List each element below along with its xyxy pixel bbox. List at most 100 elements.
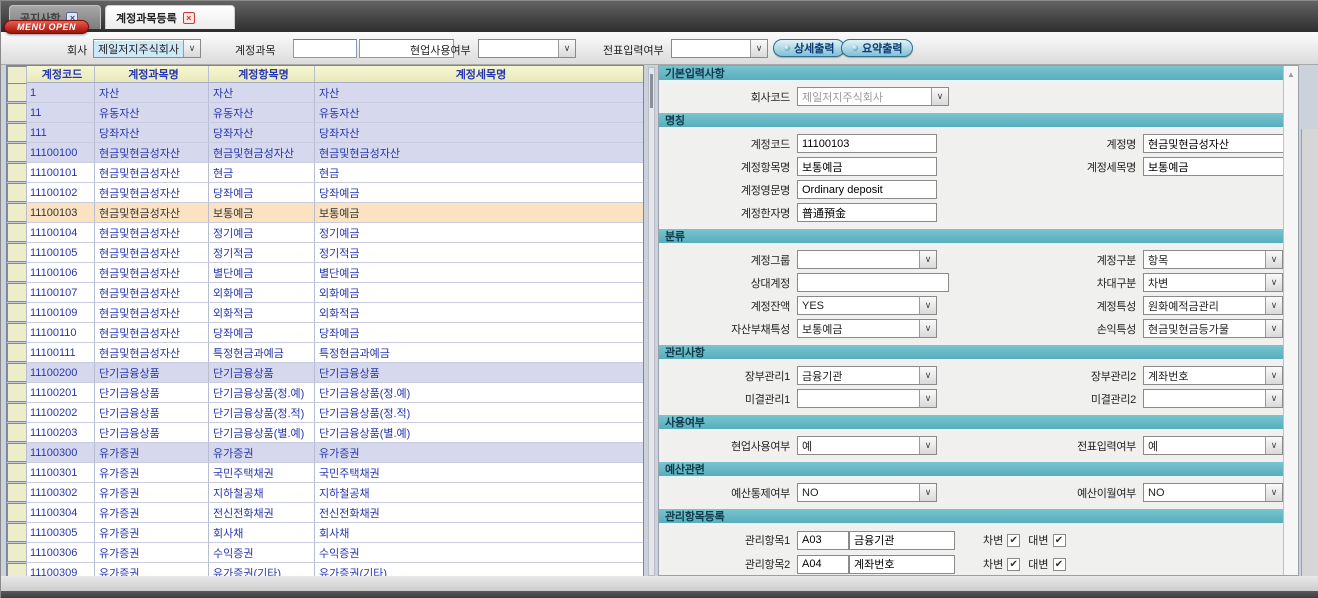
chevron-down-icon: ∨ xyxy=(1265,320,1282,337)
company-label: 회사 xyxy=(67,42,87,58)
cell-name: 유가증권 xyxy=(95,523,209,542)
search-toolbar: 회사 제일저지주식회사 ∨ 계정과목 현업사용여부 ∨ 전표입력여부 ∨ 상세출… xyxy=(1,32,1318,65)
chevron-down-icon: ∨ xyxy=(183,40,200,57)
dc-div-select[interactable]: 차변∨ xyxy=(1143,273,1283,292)
chevron-up-icon[interactable]: ▲ xyxy=(1284,66,1298,82)
account-balance-select[interactable]: YES∨ xyxy=(797,296,937,315)
cell-sel xyxy=(7,163,27,182)
table-row[interactable]: 11100306유가증권수익증권수익증권 xyxy=(7,543,643,563)
table-row[interactable]: 11100304유가증권전신전화채권전신전화채권 xyxy=(7,503,643,523)
table-row[interactable]: 11100301유가증권국민주택채권국민주택채권 xyxy=(7,463,643,483)
cell-detail: 국민주택채권 xyxy=(315,463,643,482)
table-row[interactable]: 11100101현금및현금성자산현금현금 xyxy=(7,163,643,183)
cell-sel xyxy=(7,403,27,422)
account-code-input[interactable] xyxy=(797,134,937,153)
close-icon[interactable]: × xyxy=(183,12,195,24)
table-row[interactable]: 11유동자산유동자산유동자산 xyxy=(7,103,643,123)
account-group-select[interactable]: ∨ xyxy=(797,250,937,269)
cell-sel xyxy=(7,383,27,402)
asset-liab-char-select[interactable]: 보통예금∨ xyxy=(797,319,937,338)
table-row[interactable]: 11100203단기금융상품단기금융상품(별.예)단기금융상품(별.예) xyxy=(7,423,643,443)
cell-item: 단기금융상품 xyxy=(209,363,315,382)
account-char-select[interactable]: 원화예적금관리∨ xyxy=(1143,296,1283,315)
credit-checkbox[interactable]: ✔ xyxy=(1053,558,1066,571)
mgmt-item-code-input[interactable] xyxy=(797,555,849,574)
pl-char-select[interactable]: 현금및현금등가물∨ xyxy=(1143,319,1283,338)
table-row[interactable]: 11100107현금및현금성자산외화예금외화예금 xyxy=(7,283,643,303)
table-row[interactable]: 11100100현금및현금성자산현금및현금성자산현금및현금성자산 xyxy=(7,143,643,163)
table-row[interactable]: 11100106현금및현금성자산별단예금별단예금 xyxy=(7,263,643,283)
table-scrollbar[interactable] xyxy=(648,67,655,576)
cell-item: 보통예금 xyxy=(209,203,315,222)
table-row[interactable]: 11100300유가증권유가증권유가증권 xyxy=(7,443,643,463)
table-row[interactable]: 11100104현금및현금성자산정기예금정기예금 xyxy=(7,223,643,243)
panel-scrollbar[interactable]: ▲ xyxy=(1283,66,1298,575)
credit-checkbox[interactable]: ✔ xyxy=(1053,534,1066,547)
credit-label: 대변 xyxy=(1028,556,1048,572)
cell-name: 현금및현금성자산 xyxy=(95,143,209,162)
cell-detail: 단기금융상품(정.예) xyxy=(315,383,643,402)
account-detail-name-input[interactable] xyxy=(1143,157,1283,176)
account-div-select[interactable]: 항목∨ xyxy=(1143,250,1283,269)
table-row[interactable]: 11100201단기금융상품단기금융상품(정.예)단기금융상품(정.예) xyxy=(7,383,643,403)
cell-name: 현금및현금성자산 xyxy=(95,323,209,342)
cell-detail: 정기적금 xyxy=(315,243,643,262)
book-mgmt1-value: 금융기관 xyxy=(798,368,919,384)
debit-checkbox[interactable]: ✔ xyxy=(1007,558,1020,571)
chevron-down-icon: ∨ xyxy=(919,251,936,268)
tab-account-registration[interactable]: 계정과목등록 × xyxy=(105,5,235,29)
table-row[interactable]: 11100105현금및현금성자산정기적금정기적금 xyxy=(7,243,643,263)
table-row[interactable]: 11100111현금및현금성자산특정현금과예금특정현금과예금 xyxy=(7,343,643,363)
table-row[interactable]: 11100102현금및현금성자산당좌예금당좌예금 xyxy=(7,183,643,203)
book-mgmt2-label: 장부관리2 xyxy=(1025,368,1143,384)
slip-entry-panel-select[interactable]: 예∨ xyxy=(1143,436,1283,455)
counter-account-input[interactable] xyxy=(797,273,949,292)
account-eng-name-input[interactable] xyxy=(797,180,937,199)
window-footer xyxy=(1,591,1318,598)
account-table: 계정코드 계정과목명 계정항목명 계정세목명 1자산자산자산11유동자산유동자산… xyxy=(6,65,644,576)
table-row[interactable]: 11100202단기금융상품단기금융상품(정.적)단기금융상품(정.적) xyxy=(7,403,643,423)
slip-entry-select[interactable]: ∨ xyxy=(671,39,768,58)
budget-carryover-select[interactable]: NO∨ xyxy=(1143,483,1283,502)
cell-name: 당좌자산 xyxy=(95,123,209,142)
menu-open-button[interactable]: MENU OPEN xyxy=(4,20,89,34)
table-row[interactable]: 1자산자산자산 xyxy=(7,83,643,103)
cell-sel xyxy=(7,363,27,382)
account-char-label: 계정특성 xyxy=(1025,298,1143,314)
cell-item: 단기금융상품(별.예) xyxy=(209,423,315,442)
slip-entry-label: 전표입력여부 xyxy=(603,42,664,58)
table-row[interactable]: 111당좌자산당좌자산당좌자산 xyxy=(7,123,643,143)
pending-mgmt1-select[interactable]: ∨ xyxy=(797,389,937,408)
cell-detail: 당좌예금 xyxy=(315,183,643,202)
mgmt-item-code-input[interactable] xyxy=(797,531,849,550)
book-mgmt2-select[interactable]: 계좌번호∨ xyxy=(1143,366,1283,385)
account-item-name-input[interactable] xyxy=(797,157,937,176)
detail-print-button[interactable]: 상세출력 xyxy=(773,39,845,57)
account-name-input[interactable] xyxy=(1143,134,1283,153)
table-row[interactable]: 11100305유가증권회사채회사채 xyxy=(7,523,643,543)
bottom-strip xyxy=(1,576,1318,591)
company-select[interactable]: 제일저지주식회사 ∨ xyxy=(93,39,201,58)
summary-print-button[interactable]: 요약출력 xyxy=(841,39,913,57)
account-eng-name-label: 계정영문명 xyxy=(659,182,797,198)
account-code-search-input[interactable] xyxy=(293,39,357,58)
mgmt-item-name-input[interactable] xyxy=(849,555,955,574)
table-row[interactable]: 11100200단기금융상품단기금융상품단기금융상품 xyxy=(7,363,643,383)
book-mgmt1-select[interactable]: 금융기관∨ xyxy=(797,366,937,385)
table-row[interactable]: 11100302유가증권지하철공채지하철공채 xyxy=(7,483,643,503)
cell-code: 11100109 xyxy=(27,303,95,322)
budget-control-select[interactable]: NO∨ xyxy=(797,483,937,502)
pending-mgmt2-select[interactable]: ∨ xyxy=(1143,389,1283,408)
table-row[interactable]: 11100110현금및현금성자산당좌예금당좌예금 xyxy=(7,323,643,343)
cell-detail: 수익증권 xyxy=(315,543,643,562)
table-row[interactable]: 11100103현금및현금성자산보통예금보통예금 xyxy=(7,203,643,223)
slip-entry-panel-value: 예 xyxy=(1144,438,1265,454)
account-hanja-name-input[interactable] xyxy=(797,203,937,222)
table-row[interactable]: 11100109현금및현금성자산외화적금외화적금 xyxy=(7,303,643,323)
mgmt-item-name-input[interactable] xyxy=(849,531,955,550)
debit-checkbox[interactable]: ✔ xyxy=(1007,534,1020,547)
scrollbar-thumb[interactable] xyxy=(650,74,653,108)
field-use-panel-select[interactable]: 예∨ xyxy=(797,436,937,455)
cell-sel xyxy=(7,343,27,362)
field-use-select[interactable]: ∨ xyxy=(478,39,576,58)
